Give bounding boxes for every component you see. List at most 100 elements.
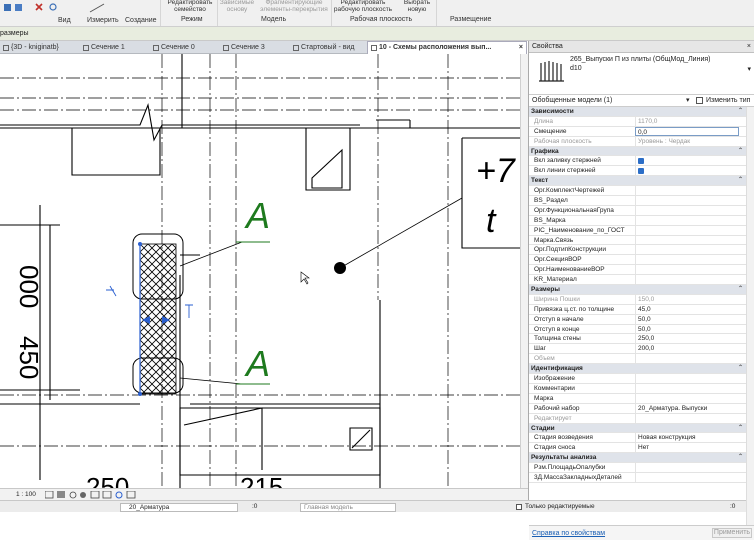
- type-selector[interactable]: 265_Выпуски П из плиты (ОбщМод_Линия) d1…: [529, 53, 754, 95]
- collapse-icon[interactable]: ⌃: [738, 453, 743, 462]
- property-value[interactable]: 50,0: [635, 314, 739, 324]
- property-row[interactable]: Орг.СекцияВОР: [529, 255, 754, 266]
- checkbox-checked-icon[interactable]: [638, 167, 644, 174]
- property-row[interactable]: Рзм.ПлощадьОпалубки: [529, 463, 754, 473]
- view-scale[interactable]: 1 : 100: [16, 491, 36, 498]
- property-row[interactable]: Ширина Пошки 150,0: [529, 294, 754, 305]
- edit-family-button[interactable]: Редактировать семейство: [164, 0, 216, 13]
- property-value[interactable]: [635, 472, 739, 482]
- editable-only-checkbox[interactable]: [516, 504, 522, 510]
- drawing-canvas[interactable]: A A +7 t 000 450 250 215: [0, 54, 520, 488]
- property-value[interactable]: [635, 275, 739, 285]
- property-value[interactable]: 250,0: [635, 334, 739, 344]
- property-row[interactable]: Толщина стены 250,0: [529, 334, 754, 345]
- property-section[interactable]: Текст ⌃: [529, 176, 754, 187]
- property-section[interactable]: Идентификация ⌃: [529, 364, 754, 375]
- close-icon[interactable]: ×: [747, 41, 751, 53]
- collapse-icon[interactable]: ⌃: [738, 364, 743, 373]
- pick-new-button[interactable]: Выбрать новую: [400, 0, 434, 13]
- property-row[interactable]: Марка: [529, 393, 754, 404]
- property-row[interactable]: Объем: [529, 354, 754, 365]
- collapse-icon[interactable]: ⌃: [738, 176, 743, 185]
- property-value[interactable]: [635, 354, 739, 364]
- property-section[interactable]: Зависимости ⌃: [529, 107, 754, 117]
- chevron-down-icon[interactable]: ▾: [686, 96, 690, 104]
- tool-measure-label[interactable]: Измерить: [87, 17, 119, 24]
- property-row[interactable]: Длина 1170,0: [529, 116, 754, 127]
- property-value[interactable]: Уровень : Чердак: [635, 136, 739, 146]
- property-row[interactable]: Вкл заливку стержней: [529, 156, 754, 167]
- property-checkbox[interactable]: [635, 166, 739, 176]
- property-value[interactable]: 200,0: [635, 344, 739, 354]
- property-row[interactable]: 3Д.МассаЗакладныхДеталей: [529, 472, 754, 483]
- instance-filter[interactable]: Обобщенные модели (1) ▾ Изменить тип: [529, 95, 754, 107]
- property-row[interactable]: Привязка ц.ст. по толщине 45,0: [529, 304, 754, 315]
- property-row[interactable]: Вкл линии стержней: [529, 166, 754, 177]
- property-value[interactable]: [635, 186, 739, 196]
- design-option-dropdown[interactable]: Главная модель: [300, 503, 396, 512]
- collapse-icon[interactable]: ⌃: [738, 285, 743, 294]
- property-value[interactable]: 0,0: [635, 126, 739, 136]
- property-section[interactable]: Стадии ⌃: [529, 423, 754, 434]
- property-row[interactable]: Стадия возведения Новая конструкция: [529, 433, 754, 444]
- property-row[interactable]: Отступ в конце 50,0: [529, 324, 754, 335]
- property-value[interactable]: [635, 413, 739, 423]
- apply-button[interactable]: Применить: [712, 528, 752, 538]
- properties-scrollbar[interactable]: [746, 107, 754, 525]
- chevron-down-icon[interactable]: ▾: [747, 65, 751, 73]
- property-value[interactable]: 1170,0: [635, 116, 739, 126]
- tab-active-plan[interactable]: 10 - Схемы расположения вып... ×: [367, 41, 527, 54]
- property-section[interactable]: Размеры ⌃: [529, 285, 754, 295]
- property-row[interactable]: Изображение: [529, 374, 754, 384]
- property-row[interactable]: Смещение 0,0: [529, 126, 754, 137]
- property-checkbox[interactable]: [635, 156, 739, 166]
- property-value[interactable]: 20_Арматура. Выпуски: [635, 403, 739, 413]
- canvas-vertical-scrollbar[interactable]: [520, 54, 528, 488]
- property-value[interactable]: [635, 374, 739, 384]
- property-value[interactable]: [635, 383, 739, 393]
- property-value[interactable]: [635, 205, 739, 215]
- tool-view-label[interactable]: Вид: [58, 17, 71, 24]
- property-value[interactable]: Новая конструкция: [635, 433, 739, 443]
- property-row[interactable]: Орг.ПодтипКонструкции: [529, 245, 754, 256]
- property-row[interactable]: PIC_Наименование_по_ГОСТ: [529, 225, 754, 236]
- checkbox-checked-icon[interactable]: [638, 157, 644, 164]
- property-row[interactable]: Рабочая плоскость Уровень : Чердак: [529, 136, 754, 147]
- collapse-icon[interactable]: ⌃: [738, 424, 743, 433]
- property-value[interactable]: [635, 393, 739, 403]
- property-value[interactable]: [635, 255, 739, 265]
- property-row[interactable]: BS_Раздел: [529, 196, 754, 206]
- tab-3d[interactable]: {3D - kniginatb}: [0, 42, 78, 54]
- property-row[interactable]: Орг.ФункциональнаяГрупа: [529, 205, 754, 216]
- property-row[interactable]: Стадия сноса Нет: [529, 443, 754, 454]
- property-value[interactable]: 45,0: [635, 304, 739, 314]
- collapse-icon[interactable]: ⌃: [738, 107, 743, 116]
- tab-section-3[interactable]: Сечение 3: [220, 42, 288, 54]
- property-row[interactable]: Марка.Связь: [529, 235, 754, 246]
- property-row[interactable]: Орг.НаименованиеВОР: [529, 265, 754, 276]
- collapse-icon[interactable]: ⌃: [738, 147, 743, 156]
- property-row[interactable]: Рабочий набор 20_Арматура. Выпуски: [529, 403, 754, 414]
- cut-elements-button[interactable]: Фрагментирующие элементы-перекрытия: [258, 0, 330, 13]
- workset-dropdown[interactable]: 20_Арматура: [120, 503, 238, 512]
- property-row[interactable]: KR_Материал: [529, 275, 754, 286]
- property-value[interactable]: 50,0: [635, 324, 739, 334]
- property-value[interactable]: Нет: [635, 443, 739, 453]
- property-row[interactable]: Редактирует: [529, 413, 754, 424]
- property-value[interactable]: [635, 235, 739, 245]
- properties-help-link[interactable]: Справка по свойствам: [532, 530, 605, 537]
- edit-type-button[interactable]: Изменить тип: [706, 97, 750, 104]
- tab-section-1[interactable]: Сечение 1: [80, 42, 148, 54]
- dependent-button[interactable]: Зависимые основу: [219, 0, 255, 13]
- tab-section-0[interactable]: Сечение 0: [150, 42, 218, 54]
- property-row[interactable]: Комментарии: [529, 383, 754, 394]
- edit-workplane-button[interactable]: Редактировать рабочую плоскость: [333, 0, 393, 13]
- property-row[interactable]: Орг.КомплектЧертежей: [529, 186, 754, 197]
- view-control-icons[interactable]: [45, 491, 165, 499]
- property-value[interactable]: [635, 215, 739, 225]
- property-value[interactable]: [635, 265, 739, 275]
- property-value[interactable]: [635, 463, 739, 473]
- close-tab-icon[interactable]: ×: [519, 42, 523, 54]
- property-section[interactable]: Результаты анализа ⌃: [529, 453, 754, 464]
- tab-start-view[interactable]: Стартовый - вид: [290, 42, 366, 54]
